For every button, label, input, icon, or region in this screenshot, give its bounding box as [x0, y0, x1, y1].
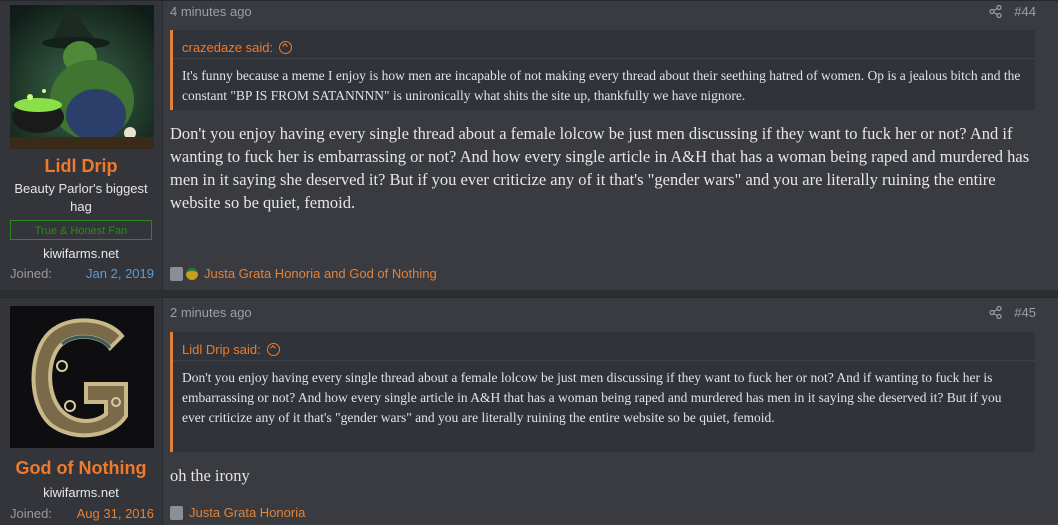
joined-date: Aug 31, 2016: [76, 506, 154, 521]
medal-icon: [186, 267, 198, 280]
arrow-up-circle-icon[interactable]: [266, 342, 280, 356]
quote-text: Don't you enjoy having every single thre…: [173, 360, 1035, 434]
reactions-list[interactable]: Justa Grata Honoria: [189, 505, 305, 520]
avatar[interactable]: [10, 306, 154, 448]
user-sidebar: Lidl Drip Beauty Parlor's biggest hag Tr…: [0, 1, 163, 290]
reactions-bar[interactable]: Justa Grata Honoria: [170, 505, 305, 520]
avatar[interactable]: [10, 5, 154, 149]
post-44: Lidl Drip Beauty Parlor's biggest hag Tr…: [0, 0, 1058, 290]
quote-author[interactable]: Lidl Drip said:: [182, 342, 261, 357]
post-meta-actions: #44: [989, 4, 1036, 19]
post-time[interactable]: 2 minutes ago: [170, 305, 252, 320]
rating-icon: [170, 266, 183, 281]
post-number-link[interactable]: #44: [1014, 4, 1036, 19]
quote-header[interactable]: Lidl Drip said:: [173, 332, 1035, 360]
rating-icon: [170, 505, 183, 520]
share-icon[interactable]: [989, 4, 1002, 19]
quote-block: Lidl Drip said: Don't you enjoy having e…: [170, 332, 1035, 452]
username[interactable]: God of Nothing: [0, 458, 162, 479]
joined-label: Joined:: [10, 266, 52, 281]
post-message: Don't you enjoy having every single thre…: [170, 124, 1030, 212]
joined-label: Joined:: [10, 506, 52, 521]
ornate-letter-avatar-image: [10, 306, 154, 448]
user-title: Beauty Parlor's biggest hag: [14, 181, 148, 214]
post-45: God of Nothing kiwifarms.net Joined: Aug…: [0, 297, 1058, 525]
post-message: oh the irony: [170, 466, 250, 485]
user-site: kiwifarms.net: [43, 485, 119, 500]
user-site: kiwifarms.net: [43, 246, 119, 261]
quote-block: crazedaze said: It's funny because a mem…: [170, 30, 1035, 110]
post-time[interactable]: 4 minutes ago: [170, 4, 252, 19]
quote-header[interactable]: crazedaze said:: [173, 30, 1035, 58]
joined-date: Jan 2, 2019: [86, 266, 154, 281]
user-sidebar: God of Nothing kiwifarms.net Joined: Aug…: [0, 298, 163, 525]
post-meta-actions: #45: [989, 305, 1036, 320]
quote-text: It's funny because a meme I enjoy is how…: [173, 58, 1035, 112]
user-banner: True & Honest Fan: [10, 220, 152, 240]
username[interactable]: Lidl Drip: [0, 156, 162, 177]
reactions-list[interactable]: Justa Grata Honoria and God of Nothing: [204, 266, 437, 281]
witch-avatar-image: [10, 5, 154, 149]
post-number-link[interactable]: #45: [1014, 305, 1036, 320]
reactions-bar[interactable]: Justa Grata Honoria and God of Nothing: [170, 266, 437, 281]
arrow-up-circle-icon[interactable]: [279, 40, 293, 54]
share-icon[interactable]: [989, 305, 1002, 320]
quote-author[interactable]: crazedaze said:: [182, 40, 273, 55]
